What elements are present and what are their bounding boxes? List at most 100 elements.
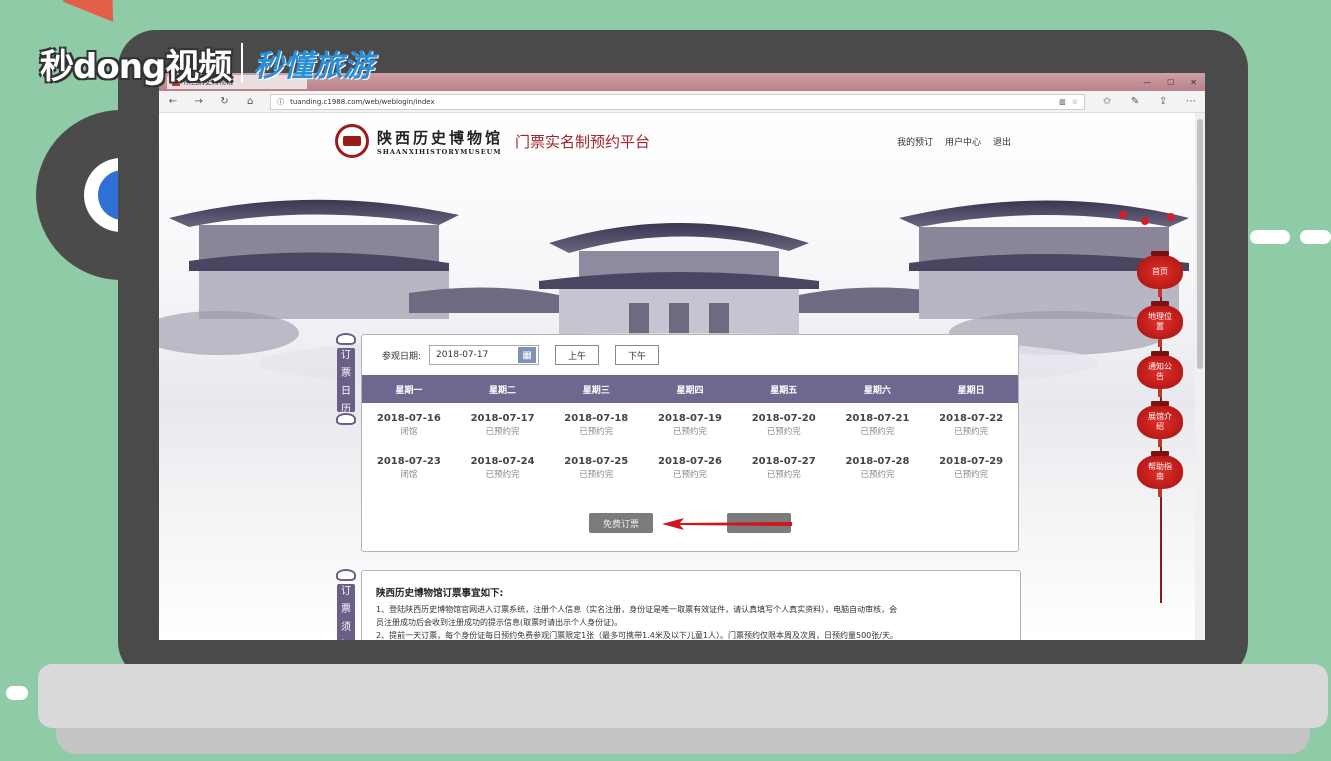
lantern-notice[interactable]: 通知公告	[1137, 351, 1183, 397]
museum-name-cn: 陕西历史博物馆	[377, 128, 504, 147]
nav-user-center[interactable]: 用户中心	[945, 135, 981, 148]
day-status: 已预约完	[672, 427, 707, 437]
museum-seal-icon	[335, 124, 369, 158]
day-status: 已预约完	[766, 427, 801, 437]
lantern-exhibition[interactable]: 展馆介绍	[1137, 401, 1183, 447]
reading-view-icon[interactable]: ▥	[1059, 98, 1066, 106]
day-date: 2018-07-23	[376, 456, 441, 467]
ticket-calendar: 参观日期: 2018-07-17 ▦ 上午 下午 星期一 星期二 星期三 星期四…	[361, 334, 1019, 552]
day-date: 2018-07-29	[939, 456, 1004, 467]
back-icon[interactable]: ←	[167, 96, 179, 107]
day-status: 已预约完	[485, 470, 520, 480]
favorite-star-icon[interactable]: ☆	[1072, 98, 1078, 106]
day-status: 已预约完	[860, 470, 895, 480]
lantern-location[interactable]: 地理位置	[1137, 301, 1183, 347]
day-cell[interactable]: 2018-07-24 已预约完	[456, 456, 550, 489]
nav-logout[interactable]: 退出	[993, 135, 1011, 148]
day-cell[interactable]: 2018-07-16 闭馆	[362, 413, 456, 446]
side-char: 知	[341, 636, 351, 641]
week-row: 2018-07-23 闭馆 2018-07-24 已预约完 2018-07-25 已预…	[362, 446, 1018, 489]
day-cell[interactable]: 2018-07-23 闭馆	[362, 456, 456, 489]
day-status: 已预约完	[485, 427, 520, 437]
day-date: 2018-07-26	[658, 456, 722, 467]
lantern-label: 首页	[1152, 267, 1168, 276]
calendar-controls: 参观日期: 2018-07-17 ▦ 上午 下午	[362, 335, 1018, 375]
pen-icon[interactable]: ✎	[1129, 96, 1141, 107]
platform-title: 门票实名制预约平台	[515, 132, 651, 151]
day-cell[interactable]: 2018-07-22 已预约完	[924, 413, 1018, 446]
forward-icon[interactable]: →	[193, 96, 205, 107]
day-cell[interactable]: 2018-07-28 已预约完	[831, 456, 925, 489]
museum-name[interactable]: 陕西历史博物馆 SHAANXIHISTORYMUSEUM	[377, 127, 503, 156]
side-char: 日	[341, 385, 351, 397]
brand-sub-text: 秒懂旅游	[253, 49, 374, 84]
brand-divider	[241, 43, 244, 83]
day-cell[interactable]: 2018-07-26 已预约完	[643, 456, 737, 489]
decorative-arrow	[62, 0, 138, 40]
plum-blossom-icon	[1119, 211, 1127, 219]
url-text: tuanding.c1988.com/web/weblogin/index	[290, 97, 435, 106]
nav-my-booking[interactable]: 我的预订	[897, 135, 933, 148]
side-char: 票	[341, 367, 351, 379]
visit-date-input[interactable]: 2018-07-17 ▦	[429, 345, 540, 365]
day-date: 2018-07-18	[564, 413, 629, 424]
week-row: 2018-07-16 闭馆 2018-07-17 已预约完 2018-07-18 已预…	[362, 403, 1018, 446]
day-date: 2018-07-25	[564, 456, 629, 467]
day-status: 已预约完	[579, 470, 614, 480]
day-cell[interactable]: 2018-07-27 已预约完	[737, 456, 831, 489]
lantern-home[interactable]: 首页	[1137, 251, 1183, 297]
day-date: 2018-07-27	[751, 456, 816, 467]
close-icon[interactable]: ✕	[1190, 78, 1197, 87]
day-status: 已预约完	[672, 470, 707, 480]
day-cell[interactable]: 2018-07-29 已预约完	[924, 456, 1018, 489]
notice-line: 1、登陆陕西历史博物馆官网进入订票系统，注册个人信息（实名注册，身份证是唯一取票…	[376, 605, 898, 614]
side-char: 订	[341, 349, 351, 361]
lantern-label: 地理位置	[1148, 312, 1172, 331]
morning-button[interactable]: 上午	[555, 345, 600, 365]
day-date: 2018-07-21	[845, 413, 910, 424]
notice-line: 2、提前一天订票，每个身份证每日预约免费参观门票限定1张（最多可携带1.4米及以…	[376, 631, 898, 640]
page-scrollbar[interactable]	[1195, 113, 1205, 640]
day-status: 已预约完	[860, 427, 895, 437]
lantern-label: 通知公告	[1148, 362, 1172, 381]
day-cell[interactable]: 2018-07-17 已预约完	[456, 413, 550, 446]
home-icon[interactable]: ⌂	[244, 96, 256, 107]
plum-blossom-icon	[1167, 213, 1175, 221]
decorative-dash	[1250, 230, 1290, 244]
day-cell[interactable]: 2018-07-25 已预约完	[549, 456, 643, 489]
refresh-icon[interactable]: ↻	[219, 96, 231, 107]
day-date: 2018-07-16	[376, 413, 441, 424]
side-char: 须	[341, 621, 351, 633]
share-icon[interactable]: ⇪	[1157, 96, 1169, 107]
day-date: 2018-07-17	[470, 413, 535, 424]
calendar-icon[interactable]: ▦	[518, 347, 537, 363]
weekday-label: 星期日	[957, 385, 985, 396]
lantern-help[interactable]: 帮助指南	[1137, 451, 1183, 497]
site-info-icon[interactable]: ⓘ	[277, 97, 284, 107]
visit-date-value: 2018-07-17	[436, 350, 489, 360]
free-ticket-button[interactable]: 免费订票	[589, 513, 653, 533]
afternoon-button[interactable]: 下午	[615, 345, 660, 365]
url-input[interactable]: ⓘ tuanding.c1988.com/web/weblogin/index …	[270, 93, 1086, 110]
scrollbar-thumb[interactable]	[1197, 119, 1203, 369]
laptop-base-shadow	[56, 728, 1310, 754]
side-char: 订	[341, 585, 351, 597]
maximize-icon[interactable]: ☐	[1167, 78, 1174, 87]
browser-toolbar: ✩ ✎ ⇪ ⋯	[1101, 96, 1197, 107]
day-status: 闭馆	[400, 427, 418, 437]
day-cell[interactable]: 2018-07-19 已预约完	[643, 413, 737, 446]
minimize-icon[interactable]: —	[1143, 78, 1151, 87]
day-date: 2018-07-19	[658, 413, 722, 424]
day-cell[interactable]: 2018-07-21 已预约完	[831, 413, 925, 446]
day-cell[interactable]: 2018-07-18 已预约完	[549, 413, 643, 446]
more-icon[interactable]: ⋯	[1185, 96, 1197, 107]
day-cell[interactable]: 2018-07-20 已预约完	[737, 413, 831, 446]
red-pointer-arrow-icon	[662, 518, 792, 530]
side-char: 票	[341, 603, 351, 615]
label-ornament-icon	[336, 413, 356, 425]
day-date: 2018-07-22	[939, 413, 1004, 424]
favorites-icon[interactable]: ✩	[1101, 96, 1113, 107]
laptop-base	[38, 664, 1328, 728]
lantern-label: 展馆介绍	[1148, 412, 1172, 431]
visit-date-label: 参观日期:	[382, 351, 422, 362]
